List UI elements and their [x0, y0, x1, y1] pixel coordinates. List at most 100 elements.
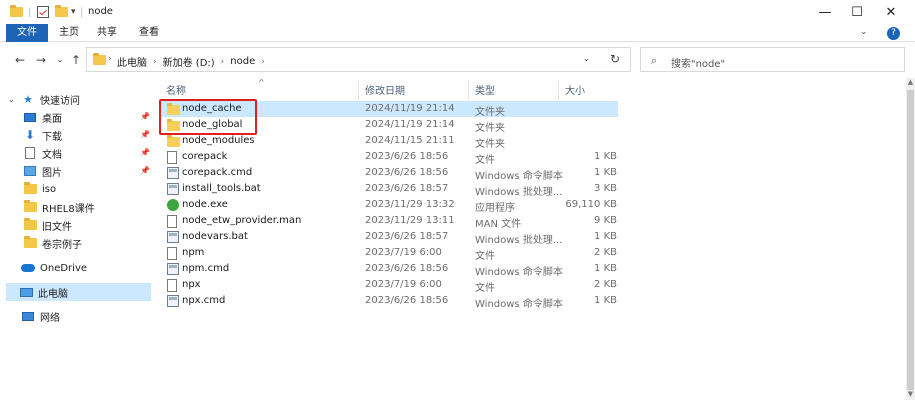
address-bar[interactable]: › 此电脑 › 新加卷 (D:) › node ›	[86, 47, 631, 72]
folder-icon	[10, 4, 23, 20]
tab-file[interactable]: 文件	[6, 24, 48, 42]
back-button[interactable]: ←	[12, 52, 28, 68]
customize-toolbar-icon[interactable]: ▾	[71, 4, 76, 20]
table-row[interactable]: node_etw_provider.man 2023/11/29 13:11 MAN…	[160, 213, 618, 230]
recent-locations-button[interactable]: ⌄	[52, 52, 68, 68]
search-input[interactable]: 搜索"node"	[671, 55, 725, 70]
column-name[interactable]: 名称	[166, 82, 186, 97]
sidebar-item-quick-access[interactable]: ⌄ ★ 快速访问	[8, 90, 153, 108]
network-icon	[20, 311, 36, 321]
highlight-box	[159, 99, 257, 135]
properties-icon[interactable]	[37, 4, 49, 20]
column-divider[interactable]	[558, 80, 559, 100]
table-row[interactable]: npm 2023/7/19 6:00 文件 2 KB	[160, 245, 618, 262]
breadcrumb-this-pc[interactable]: 此电脑	[117, 54, 147, 69]
breadcrumb-drive[interactable]: 新加卷 (D:)	[163, 54, 215, 69]
table-row[interactable]: install_tools.bat 2023/6/26 18:57 Windows …	[160, 181, 618, 198]
table-row[interactable]: nodevars.bat 2023/6/26 18:57 Windows 批处理..…	[160, 229, 618, 246]
forward-button[interactable]: →	[33, 52, 49, 68]
expand-icon[interactable]: ⌄	[8, 95, 20, 104]
pin-icon[interactable]: 📌	[140, 166, 150, 175]
new-folder-icon[interactable]	[55, 4, 68, 20]
table-row[interactable]: npx 2023/7/19 6:00 文件 2 KB	[160, 277, 618, 294]
refresh-icon[interactable]: ↻	[610, 52, 620, 66]
breadcrumb-separator-icon[interactable]: ›	[153, 57, 157, 67]
file-date: 2024/11/19 21:14	[365, 103, 455, 114]
file-size: 69,110 KB	[565, 199, 617, 210]
tab-home[interactable]: 主页	[52, 24, 86, 42]
maximize-button[interactable]: ☐	[842, 2, 872, 22]
vertical-scrollbar[interactable]: ▲ ▼	[906, 78, 915, 400]
file-name: npm	[182, 247, 205, 258]
star-icon: ★	[23, 92, 33, 106]
table-row[interactable]: npm.cmd 2023/6/26 18:56 Windows 命令脚本 1 KB	[160, 261, 618, 278]
column-divider[interactable]	[468, 80, 469, 100]
sidebar-item-network[interactable]: 网络	[8, 307, 153, 325]
column-divider[interactable]	[358, 80, 359, 100]
pin-icon[interactable]: 📌	[140, 112, 150, 121]
sidebar-item-downloads[interactable]: ⬇ 下载	[22, 126, 147, 144]
file-type: 文件	[475, 251, 495, 262]
expand-ribbon-icon[interactable]: ⌄	[860, 27, 872, 39]
scrollbar-thumb[interactable]	[907, 90, 914, 390]
sidebar-item-this-pc[interactable]: 此电脑	[6, 283, 151, 301]
window-title: node	[88, 6, 113, 17]
sidebar-item-rhel8[interactable]: RHEL8课件	[22, 198, 147, 216]
breadcrumb-separator-icon[interactable]: ›	[261, 57, 265, 67]
scroll-up-icon[interactable]: ▲	[906, 78, 915, 88]
up-button[interactable]: ↑	[68, 52, 84, 68]
file-type: MAN 文件	[475, 219, 522, 230]
table-row[interactable]: node.exe 2023/11/29 13:32 应用程序 69,110 KB	[160, 197, 618, 214]
help-icon[interactable]: ?	[887, 27, 900, 40]
sidebar-item-desktop[interactable]: 桌面	[22, 108, 147, 126]
file-name: npm.cmd	[182, 263, 230, 274]
pin-icon[interactable]: 📌	[140, 130, 150, 139]
file-name: nodevars.bat	[182, 231, 248, 242]
column-date[interactable]: 修改日期	[365, 82, 405, 97]
minimize-button[interactable]: —	[810, 2, 840, 22]
search-box[interactable]: ⌕ 搜索"node"	[640, 47, 905, 72]
column-header: 名称 修改日期 类型 大小	[158, 80, 618, 100]
tab-view[interactable]: 查看	[132, 24, 166, 42]
column-type[interactable]: 类型	[475, 82, 495, 97]
file-size: 3 KB	[594, 183, 617, 194]
file-size: 9 KB	[594, 215, 617, 226]
title-bar: | ▾ | node — ☐ ✕	[0, 0, 915, 24]
sidebar-item-onedrive[interactable]: OneDrive	[8, 259, 153, 277]
table-row[interactable]: npx.cmd 2023/6/26 18:56 Windows 命令脚本 1 KB	[160, 293, 618, 310]
sidebar-item-case-examples[interactable]: 卷宗例子	[22, 234, 147, 252]
tab-share[interactable]: 共享	[90, 24, 124, 42]
breadcrumb-node[interactable]: node	[230, 56, 255, 67]
sidebar-item-pictures[interactable]: 图片	[22, 162, 147, 180]
folder-icon	[22, 218, 38, 230]
sidebar-item-documents[interactable]: 文档	[22, 144, 147, 162]
sidebar-item-old-files[interactable]: 旧文件	[22, 216, 147, 234]
scroll-down-icon[interactable]: ▼	[906, 390, 915, 400]
script-icon	[167, 295, 179, 310]
close-button[interactable]: ✕	[876, 2, 906, 22]
breadcrumb-separator-icon[interactable]: ›	[221, 57, 225, 67]
download-icon: ⬇	[24, 128, 36, 142]
file-size: 1 KB	[594, 231, 617, 242]
file-type: 文件夹	[475, 107, 505, 118]
file-name: node_etw_provider.man	[182, 215, 302, 226]
file-name: npx.cmd	[182, 295, 226, 306]
sidebar-item-iso[interactable]: iso	[22, 180, 147, 198]
table-row[interactable]: corepack 2023/6/26 18:56 文件 1 KB	[160, 149, 618, 166]
cloud-icon	[20, 264, 36, 272]
file-size: 1 KB	[594, 167, 617, 178]
script-icon	[167, 183, 179, 198]
file-name: node.exe	[182, 199, 228, 210]
table-row[interactable]: node_modules 2024/11/15 21:11 文件夹	[160, 133, 618, 150]
file-size: 1 KB	[594, 263, 617, 274]
file-date: 2023/6/26 18:57	[365, 183, 449, 194]
column-size[interactable]: 大小	[565, 82, 585, 97]
pin-icon[interactable]: 📌	[140, 148, 150, 157]
desktop-icon	[22, 112, 38, 122]
file-size: 1 KB	[594, 295, 617, 306]
file-date: 2023/6/26 18:56	[365, 151, 449, 162]
table-row[interactable]: corepack.cmd 2023/6/26 18:56 Windows 命令脚本 1…	[160, 165, 618, 182]
address-dropdown-icon[interactable]: ⌄	[583, 54, 590, 63]
file-type: 文件	[475, 283, 495, 294]
breadcrumb: 此电脑 › 新加卷 (D:) › node ›	[117, 54, 271, 69]
